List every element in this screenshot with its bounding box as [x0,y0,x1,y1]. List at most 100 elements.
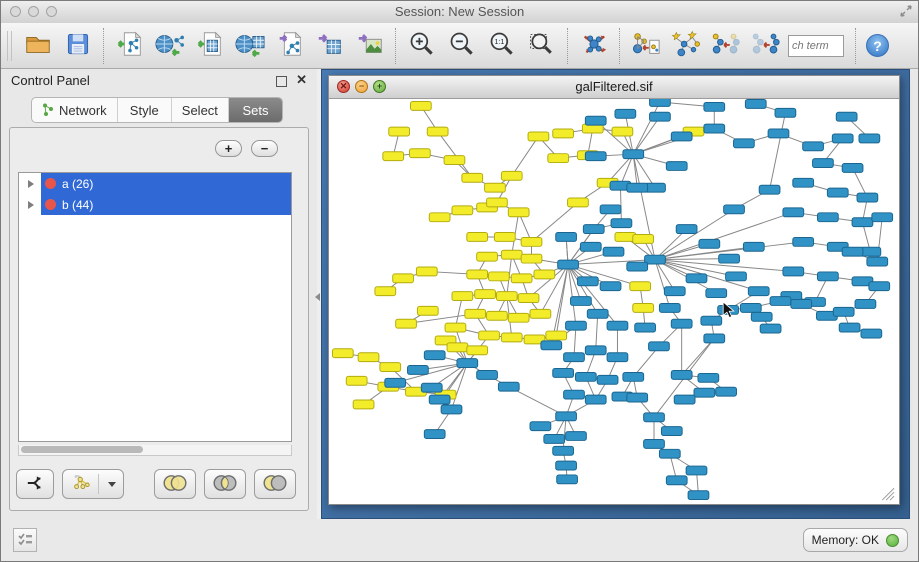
show-all-button[interactable] [746,27,786,65]
graph-node[interactable] [734,139,755,148]
graph-node[interactable] [686,466,707,475]
graph-node[interactable] [496,292,517,301]
toolbar-drag-handle[interactable] [7,31,12,61]
graph-node[interactable] [612,127,633,136]
graph-node[interactable] [627,393,648,402]
graph-node[interactable] [556,233,577,242]
graph-node[interactable] [872,213,893,222]
graph-node[interactable] [607,353,628,362]
graph-node[interactable] [408,366,429,375]
graph-node[interactable] [534,270,555,279]
help-button[interactable]: ? [866,34,889,57]
graph-node[interactable] [768,129,789,138]
graph-node[interactable] [518,294,539,303]
graph-node[interactable] [566,321,587,330]
graph-node[interactable] [832,134,853,143]
expander-icon[interactable] [28,201,34,209]
graph-node[interactable] [553,129,574,138]
graph-node[interactable] [416,267,437,276]
graph-node[interactable] [724,205,745,214]
graph-node[interactable] [793,237,814,246]
search-input[interactable] [788,35,844,57]
create-set-from-selection-button[interactable] [62,469,124,499]
graph-node[interactable] [487,311,508,320]
graph-node[interactable] [544,435,565,444]
graph-node[interactable] [803,142,824,151]
graph-node[interactable] [424,430,445,439]
graph-node[interactable] [566,432,587,441]
graph-node[interactable] [421,383,442,392]
graph-node[interactable] [627,262,648,271]
graph-node[interactable] [859,134,880,143]
network-window[interactable]: ✕ − + galFiltered.sif [328,75,900,505]
remove-set-button[interactable]: − [251,140,278,157]
graph-node[interactable] [477,370,498,379]
graph-node[interactable] [429,395,450,404]
graph-node[interactable] [383,152,404,161]
frame-close-icon[interactable]: ✕ [337,80,350,93]
graph-node[interactable] [627,183,648,192]
graph-node[interactable] [701,316,722,325]
import-network-file-button[interactable] [110,27,150,65]
graph-node[interactable] [704,124,725,133]
graph-node[interactable] [623,372,644,381]
graph-node[interactable] [688,491,709,500]
graph-node[interactable] [587,309,608,318]
zoom-selected-button[interactable] [522,27,562,65]
collapse-panel-icon[interactable] [315,293,320,301]
graph-node[interactable] [615,109,636,118]
graph-node[interactable] [600,282,621,291]
set-row-b[interactable]: b (44) [19,194,291,215]
graph-node[interactable] [528,132,549,141]
graph-node[interactable] [501,333,522,342]
graph-node[interactable] [842,247,863,256]
tab-select[interactable]: Select [172,98,229,122]
float-panel-icon[interactable] [276,76,287,87]
graph-node[interactable] [585,346,606,355]
graph-node[interactable] [867,257,888,266]
graph-node[interactable] [585,395,606,404]
graph-node[interactable] [661,427,682,436]
graph-node[interactable] [704,102,725,111]
graph-node[interactable] [674,395,695,404]
graph-node[interactable] [358,353,379,362]
network-window-titlebar[interactable]: ✕ − + galFiltered.sif [329,76,899,99]
graph-node[interactable] [462,173,483,182]
graph-node[interactable] [855,300,876,309]
graph-node[interactable] [698,373,719,382]
graph-node[interactable] [508,313,529,322]
graph-node[interactable] [410,101,431,110]
graph-node[interactable] [650,112,671,121]
memory-status-button[interactable]: Memory: OK [803,528,908,552]
graph-node[interactable] [556,461,577,470]
graph-node[interactable] [389,127,410,136]
graph-node[interactable] [380,363,401,372]
graph-node[interactable] [583,225,604,234]
import-table-url-button[interactable] [230,27,270,65]
network-canvas[interactable] [329,99,899,504]
export-image-button[interactable] [350,27,390,65]
intersect-sets-button[interactable] [204,469,246,499]
graph-node[interactable] [827,188,848,197]
graph-node[interactable] [644,439,665,448]
graph-node[interactable] [346,376,367,385]
graph-node[interactable] [553,369,574,378]
graph-node[interactable] [748,287,769,296]
graph-node[interactable] [716,387,737,396]
graph-node[interactable] [521,237,542,246]
hide-selected-button[interactable] [706,27,746,65]
graph-node[interactable] [558,260,579,269]
tab-style[interactable]: Style [118,98,172,122]
graph-node[interactable] [633,234,654,243]
zoom-fit-button[interactable]: 1:1 [482,27,522,65]
graph-node[interactable] [452,292,473,301]
set-row-a[interactable]: a (26) [19,173,291,194]
union-sets-button[interactable] [154,469,196,499]
split-set-button[interactable] [16,469,54,499]
graph-node[interactable] [375,287,396,296]
graph-node[interactable] [445,323,466,332]
graph-node[interactable] [793,178,814,187]
graph-node[interactable] [393,274,414,283]
add-set-button[interactable]: + [215,140,242,157]
graph-node[interactable] [556,412,577,421]
